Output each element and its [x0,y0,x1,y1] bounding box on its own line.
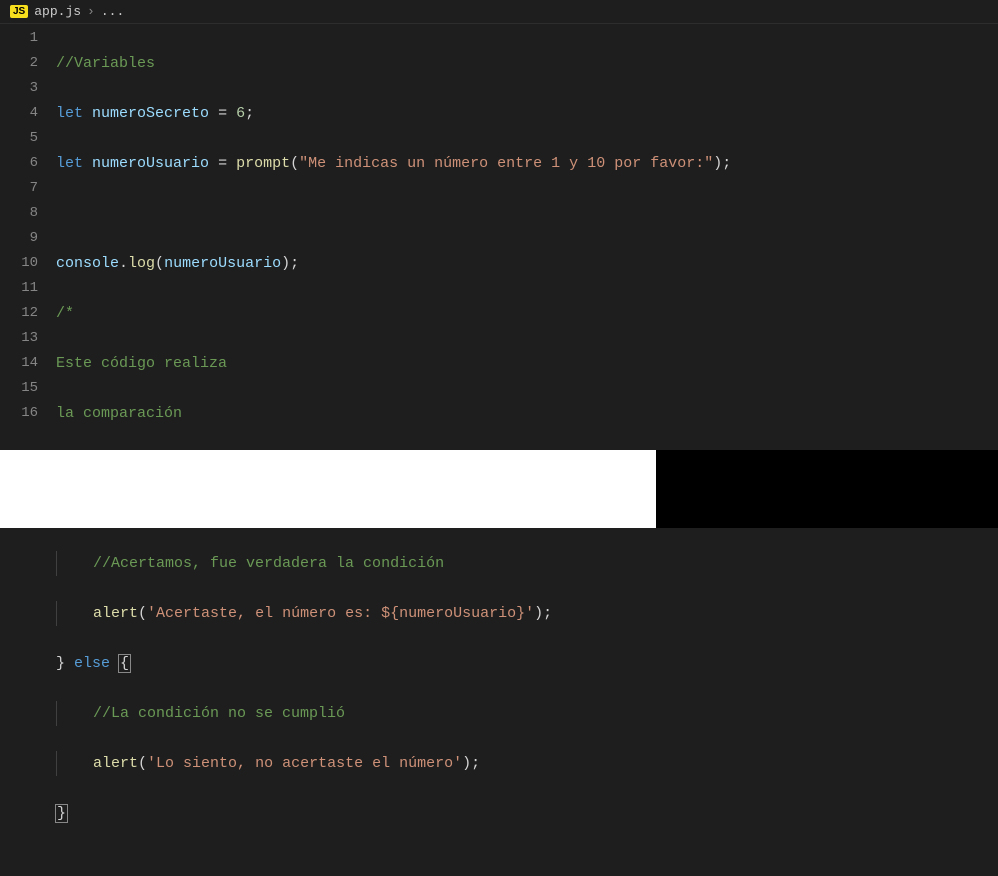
line-number: 2 [0,51,38,76]
breadcrumb-separator-icon: › [87,4,95,19]
code-area[interactable]: //Variables let numeroSecreto = 6; let n… [56,24,998,450]
object: console [56,255,119,272]
comment: //La condición no se cumplió [93,705,345,722]
keyword-let: let [56,155,83,172]
variable: numeroSecreto [92,105,209,122]
line-number: 11 [0,276,38,301]
string-literal: "Me indicas un número entre 1 y 10 por f… [299,155,713,172]
function-call: alert [93,605,138,622]
footer-left-panel [0,450,656,528]
variable: numeroUsuario [92,155,209,172]
comment: la comparación [56,405,182,422]
line-number: 6 [0,151,38,176]
file-type-badge: JS [10,5,28,18]
breadcrumb-filename[interactable]: app.js [34,4,81,19]
function-call: prompt [236,155,290,172]
line-number: 8 [0,201,38,226]
number-literal: 6 [236,105,245,122]
line-number: 16 [0,401,38,426]
brace-match: } [55,804,68,823]
keyword-else: else [65,655,119,672]
line-number-gutter: 1 2 3 4 5 6 7 8 9 10 11 12 13 14 15 16 [0,24,56,450]
footer-right-panel [656,450,998,528]
line-number: 7 [0,176,38,201]
line-number: 9 [0,226,38,251]
comment: /* [56,305,74,322]
breadcrumb[interactable]: JS app.js › ... [0,0,998,24]
code-editor[interactable]: 1 2 3 4 5 6 7 8 9 10 11 12 13 14 15 16 /… [0,24,998,450]
line-number: 10 [0,251,38,276]
function-call: alert [93,755,138,772]
breadcrumb-tail[interactable]: ... [101,4,124,19]
comment: Este código realiza [56,355,227,372]
line-number: 1 [0,26,38,51]
footer-panels [0,450,998,528]
line-number: 5 [0,126,38,151]
variable: numeroUsuario [164,255,281,272]
brace-match: { [118,654,131,673]
comment: //Variables [56,55,155,72]
function-call: log [128,255,155,272]
line-number: 15 [0,376,38,401]
line-number: 14 [0,351,38,376]
keyword-let: let [56,105,83,122]
line-number: 12 [0,301,38,326]
line-number: 3 [0,76,38,101]
string-literal: 'Lo siento, no acertaste el número' [147,755,462,772]
string-literal: 'Acertaste, el número es: ${numeroUsuari… [147,605,534,622]
comment: //Acertamos, fue verdadera la condición [93,555,444,572]
line-number: 4 [0,101,38,126]
line-number: 13 [0,326,38,351]
